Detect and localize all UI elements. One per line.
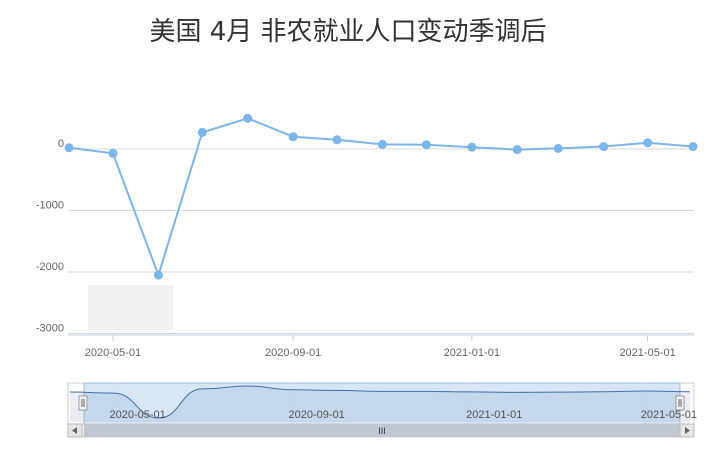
y-tick-label: -1000 [36, 200, 64, 212]
data-point[interactable] [553, 143, 563, 153]
data-point[interactable] [288, 132, 298, 142]
data-point[interactable] [197, 127, 207, 137]
y-tick-label: -2000 [36, 261, 64, 273]
data-point[interactable] [599, 142, 609, 152]
navigator[interactable]: 2020-05-01 2020-09-01 2021-01-01 2021-05-01 [67, 382, 697, 425]
data-point[interactable] [153, 270, 163, 280]
x-tick-label: 2020-05-01 [85, 347, 141, 359]
scrollbar[interactable]: III [67, 423, 695, 438]
data-point[interactable] [421, 140, 431, 150]
x-tick-label: 2021-01-01 [444, 347, 500, 359]
data-point[interactable] [108, 148, 118, 158]
y-axis-ticks: 0 -1000 -2000 -3000 [36, 138, 64, 335]
scrollbar-right-arrow[interactable] [679, 423, 695, 438]
data-point[interactable] [512, 145, 522, 155]
scrollbar-grip: III [378, 426, 386, 436]
x-axis-ticks: 2020-05-01 2020-09-01 2021-01-01 2021-05-01 [85, 335, 676, 359]
navigator-handle-left[interactable] [78, 395, 88, 411]
x-tick-label: 2021-05-01 [619, 347, 675, 359]
data-point[interactable] [467, 142, 477, 152]
data-point[interactable] [377, 139, 387, 149]
data-point[interactable] [688, 142, 698, 152]
x-tick-label: 2020-09-01 [265, 347, 321, 359]
navigator-label: 2020-05-01 [110, 409, 166, 421]
data-point[interactable] [332, 135, 342, 145]
scrollbar-left-arrow[interactable] [67, 423, 83, 438]
blur-patch [88, 285, 173, 330]
navigator-label: 2021-05-01 [641, 409, 697, 421]
navigator-label: 2021-01-01 [466, 409, 522, 421]
navigator-label: 2020-09-01 [289, 409, 345, 421]
chart: 美国 4月 非农就业人口变动季调后 0 -1000 -2000 -3000 2020-… [36, 17, 698, 438]
chart-title: 美国 4月 非农就业人口变动季调后 [149, 17, 546, 47]
navigator-handle-right[interactable] [675, 395, 685, 411]
y-tick-label: 0 [58, 138, 64, 150]
data-point[interactable] [643, 138, 653, 148]
series-layer [64, 113, 698, 280]
data-point[interactable] [64, 143, 74, 153]
y-tick-label: -3000 [36, 323, 64, 335]
data-point[interactable] [243, 113, 253, 123]
